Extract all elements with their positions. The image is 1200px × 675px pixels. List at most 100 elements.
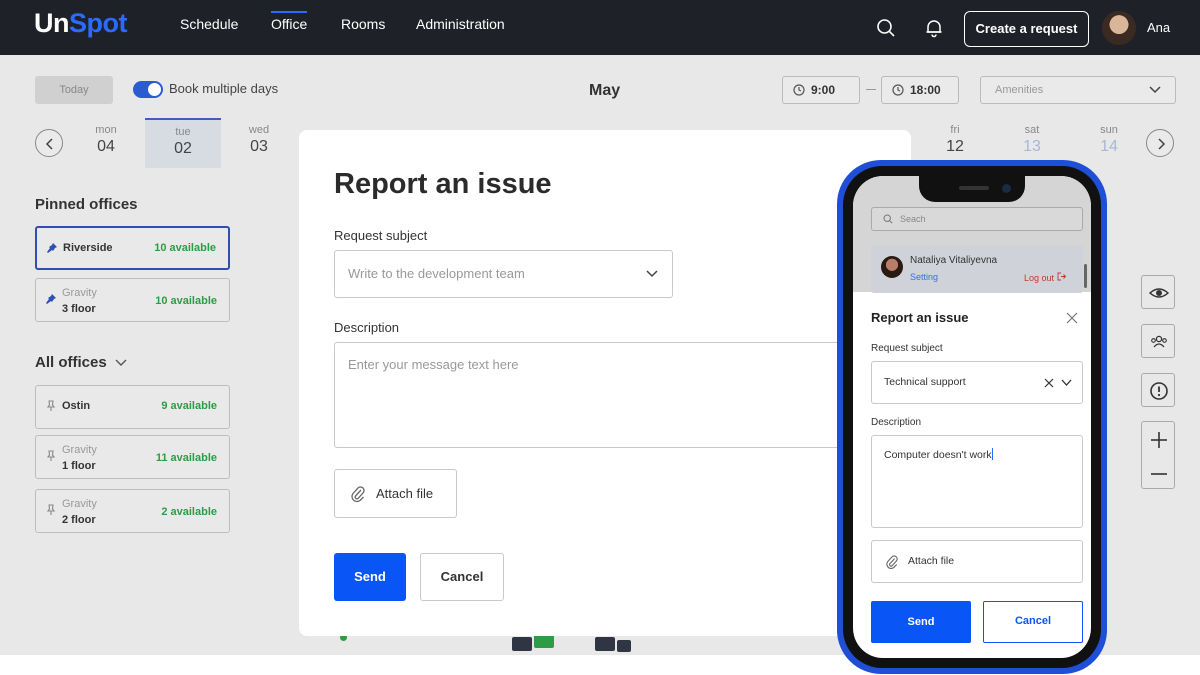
- pin-icon[interactable]: [45, 293, 57, 305]
- bell-icon[interactable]: [924, 18, 944, 38]
- desk-marker[interactable]: [534, 634, 554, 648]
- phone-description-textarea[interactable]: Computer doesn't work: [871, 435, 1083, 528]
- office-card-ostin[interactable]: Ostin 9 available: [35, 385, 230, 429]
- month-label: May: [589, 82, 621, 99]
- date-num: 03: [250, 138, 268, 155]
- phone-subject-label: Request subject: [871, 343, 943, 354]
- people-icon: [1151, 335, 1167, 348]
- date-cell-selected[interactable]: tue 02: [145, 118, 221, 168]
- report-issue-button[interactable]: [1141, 373, 1175, 407]
- office-name: 3 floor: [62, 303, 96, 315]
- phone-mockup: Seach Nataliya Vitaliyevna Setting Log o…: [837, 160, 1107, 674]
- office-available: 11 available: [155, 452, 217, 464]
- date-cell[interactable]: mon 04: [68, 118, 144, 168]
- chevron-down-icon: [1061, 379, 1072, 386]
- phone-scrollbar[interactable]: [1084, 264, 1087, 288]
- description-label: Description: [334, 320, 400, 335]
- book-multiple-days-toggle[interactable]: [133, 81, 163, 98]
- paperclip-icon: [351, 486, 365, 503]
- phone-attach-file-button[interactable]: Attach file: [871, 540, 1083, 583]
- pin-icon[interactable]: [46, 242, 58, 254]
- prev-dates-button[interactable]: [35, 129, 63, 157]
- chevron-down-icon: [646, 270, 658, 278]
- screenshot-stage: UnSpot Schedule Office Rooms Administrat…: [0, 0, 1200, 675]
- phone-logout-link[interactable]: Log out: [1024, 272, 1066, 283]
- close-icon[interactable]: [1066, 312, 1078, 324]
- phone-modal-title: Report an issue: [871, 310, 969, 325]
- date-num: 04: [97, 138, 115, 155]
- description-textarea[interactable]: Enter your message text here: [334, 342, 894, 448]
- date-cell[interactable]: wed 03: [221, 118, 297, 168]
- clock-icon: [793, 84, 805, 96]
- amenities-placeholder: Amenities: [995, 84, 1044, 96]
- search-icon[interactable]: [876, 18, 896, 38]
- phone-cancel-button[interactable]: Cancel: [983, 601, 1083, 643]
- desk-marker[interactable]: [512, 637, 532, 651]
- avatar[interactable]: [1102, 11, 1136, 45]
- phone-search-placeholder: Seach: [900, 214, 926, 224]
- phone-description-label: Description: [871, 417, 922, 428]
- phone-subject-value: Technical support: [884, 376, 966, 388]
- amenities-select[interactable]: Amenities: [980, 76, 1176, 104]
- chevron-left-icon: [45, 138, 53, 150]
- desk-marker[interactable]: [595, 637, 615, 651]
- today-button[interactable]: Today: [35, 76, 113, 104]
- time-to-field[interactable]: 18:00: [881, 76, 959, 104]
- pinned-offices-title: Pinned offices: [35, 196, 138, 213]
- phone-logout-label: Log out: [1024, 273, 1055, 283]
- paperclip-icon: [886, 555, 898, 569]
- date-dow: sun: [1100, 124, 1118, 136]
- office-card-gravity-3[interactable]: Gravity 3 floor 10 available: [35, 278, 230, 322]
- cancel-button[interactable]: Cancel: [420, 553, 504, 601]
- phone-send-button[interactable]: Send: [871, 601, 971, 643]
- zoom-in-icon[interactable]: [1149, 430, 1169, 450]
- send-button[interactable]: Send: [334, 553, 406, 601]
- logout-icon: [1057, 272, 1066, 281]
- date-cell[interactable]: sun 14: [1071, 118, 1147, 168]
- clear-icon[interactable]: [1044, 378, 1054, 388]
- nav-rooms[interactable]: Rooms: [341, 16, 385, 32]
- phone-subject-select[interactable]: Technical support: [871, 361, 1083, 404]
- phone-attach-file-label: Attach file: [908, 555, 955, 567]
- phone-search-input[interactable]: Seach: [871, 207, 1083, 231]
- people-button[interactable]: [1141, 324, 1175, 358]
- zoom-out-icon[interactable]: [1149, 464, 1169, 484]
- modal-title: Report an issue: [334, 168, 552, 200]
- office-card-gravity-2[interactable]: Gravity 2 floor 2 available: [35, 489, 230, 533]
- next-dates-button[interactable]: [1146, 129, 1174, 157]
- phone-camera: [1002, 184, 1011, 193]
- office-name: 2 floor: [62, 514, 96, 526]
- desk-marker[interactable]: [617, 640, 631, 652]
- office-card-riverside[interactable]: Riverside 10 available: [35, 226, 230, 270]
- all-offices-title[interactable]: All offices: [35, 354, 127, 371]
- user-name[interactable]: Ana: [1147, 20, 1170, 35]
- date-dow: mon: [95, 124, 117, 136]
- pin-outline-icon[interactable]: [45, 504, 57, 516]
- pin-outline-icon[interactable]: [45, 400, 57, 412]
- phone-description-value: Computer doesn't work: [884, 449, 992, 461]
- top-nav: UnSpot Schedule Office Rooms Administrat…: [0, 0, 1200, 55]
- date-num: 02: [174, 140, 192, 157]
- nav-office[interactable]: Office: [271, 11, 308, 32]
- office-card-gravity-1[interactable]: Gravity 1 floor 11 available: [35, 435, 230, 479]
- view-toggle-button[interactable]: [1141, 275, 1175, 309]
- pin-outline-icon[interactable]: [45, 450, 57, 462]
- office-building: Gravity: [62, 498, 97, 510]
- create-request-button[interactable]: Create a request: [964, 11, 1089, 47]
- office-available: 10 available: [154, 242, 216, 254]
- app-logo[interactable]: UnSpot: [34, 8, 128, 39]
- date-dow: fri: [950, 124, 960, 136]
- subject-select[interactable]: Write to the development team: [334, 250, 673, 298]
- chevron-right-icon: [1158, 138, 1166, 150]
- attach-file-button[interactable]: Attach file: [334, 469, 457, 518]
- phone-user-name: Nataliya Vitaliyevna: [910, 255, 998, 266]
- phone-setting-link[interactable]: Setting: [910, 272, 938, 282]
- phone-notch: [919, 176, 1025, 202]
- nav-administration[interactable]: Administration: [416, 16, 505, 32]
- office-available: 9 available: [161, 400, 217, 412]
- time-to-value: 18:00: [910, 83, 941, 97]
- office-name: Ostin: [62, 400, 91, 412]
- book-multiple-days-label: Book multiple days: [169, 81, 279, 96]
- time-from-field[interactable]: 9:00: [782, 76, 860, 104]
- nav-schedule[interactable]: Schedule: [180, 16, 238, 32]
